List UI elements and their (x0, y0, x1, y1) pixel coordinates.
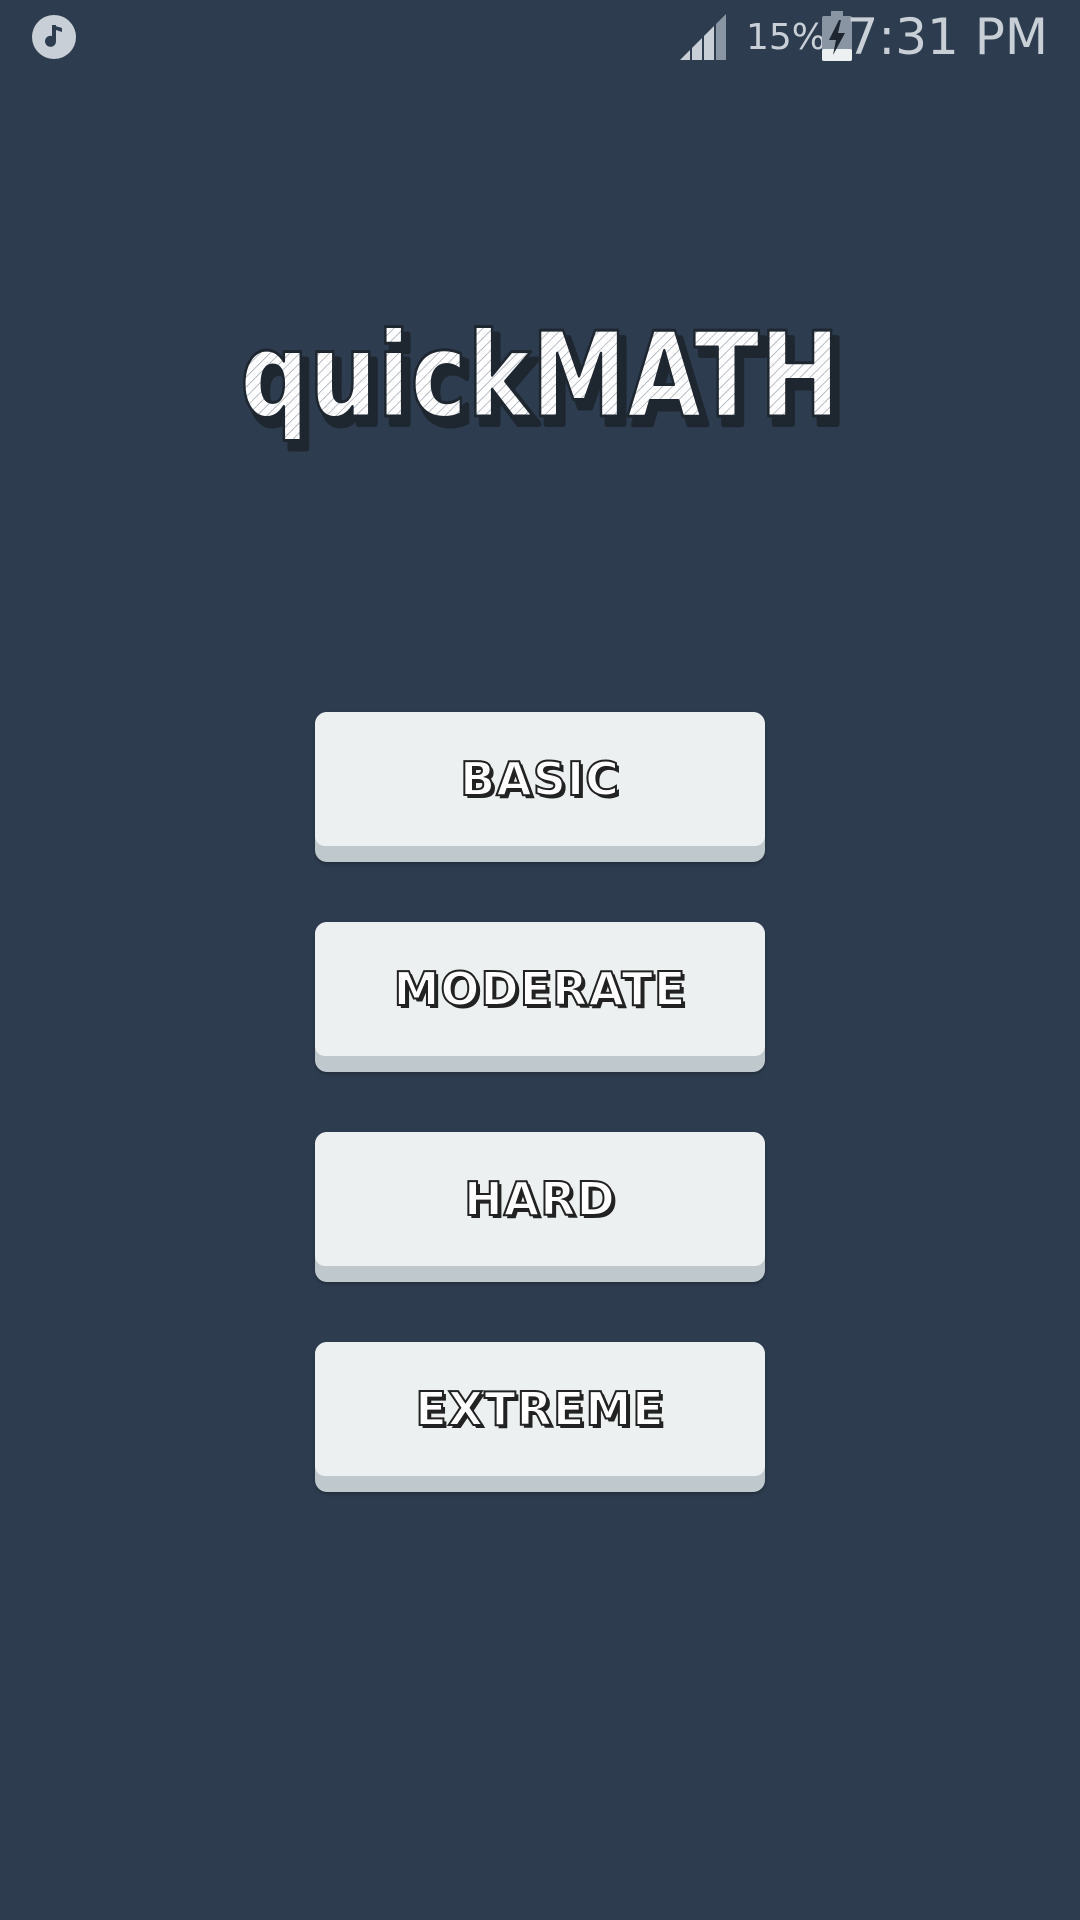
signal-icon (680, 14, 726, 60)
moderate-button-label: MODERATE (393, 962, 687, 1016)
status-bar: 15% 7:31 PM (0, 0, 1080, 74)
difficulty-menu: BASIC MODERATE HARD EXTREME (315, 712, 765, 1552)
extreme-button[interactable]: EXTREME (315, 1342, 765, 1492)
button-face: MODERATE (315, 922, 765, 1056)
basic-button-label: BASIC (459, 752, 620, 806)
extreme-button-label: EXTREME (414, 1382, 665, 1436)
battery-percent: 15% (746, 17, 827, 58)
app-logo: quickMATH quickMATH (0, 296, 1080, 476)
music-icon (32, 15, 76, 59)
hard-button[interactable]: HARD (315, 1132, 765, 1282)
basic-button[interactable]: BASIC (315, 712, 765, 862)
hard-button-label: HARD (463, 1172, 616, 1226)
button-face: BASIC (315, 712, 765, 846)
clock: 7:31 PM (846, 8, 1048, 66)
button-face: HARD (315, 1132, 765, 1266)
button-face: EXTREME (315, 1342, 765, 1476)
moderate-button[interactable]: MODERATE (315, 922, 765, 1072)
logo-text-face: quickMATH (240, 306, 840, 444)
